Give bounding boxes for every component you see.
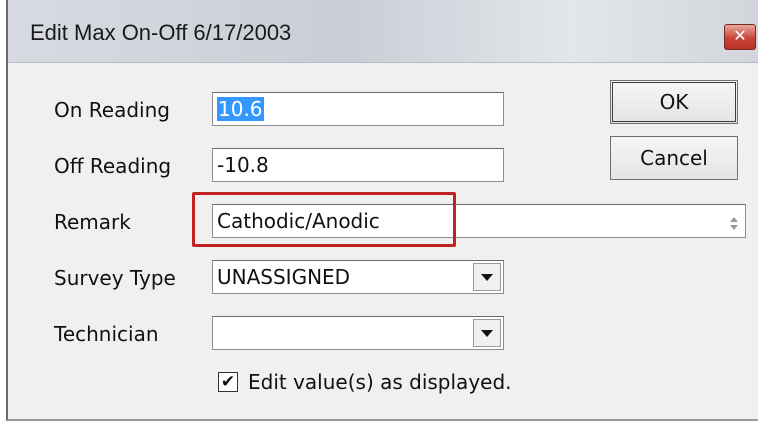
on-reading-field[interactable]: 10.6 — [212, 92, 504, 126]
off-reading-label: Off Reading — [54, 154, 172, 178]
annotation-highlight — [192, 192, 456, 247]
scroll-up-icon[interactable] — [730, 216, 738, 222]
off-reading-field[interactable]: -10.8 — [212, 148, 504, 182]
cancel-button[interactable]: Cancel — [610, 136, 738, 180]
survey-type-value: UNASSIGNED — [217, 265, 351, 289]
remark-label: Remark — [54, 210, 131, 234]
scroll-down-icon[interactable] — [730, 224, 738, 230]
on-reading-value: 10.6 — [217, 97, 264, 121]
on-reading-label: On Reading — [54, 98, 170, 122]
survey-type-select[interactable]: UNASSIGNED — [212, 260, 504, 294]
chevron-down-icon[interactable] — [473, 263, 501, 291]
ok-button[interactable]: OK — [610, 80, 738, 124]
survey-type-label: Survey Type — [54, 266, 176, 290]
edit-as-displayed-checkbox[interactable]: ✔ — [218, 372, 238, 392]
close-icon[interactable]: ✕ — [724, 24, 756, 50]
title-bar[interactable]: Edit Max On-Off 6/17/2003 ✕ — [8, 0, 758, 63]
technician-label: Technician — [54, 322, 159, 346]
edit-dialog: Edit Max On-Off 6/17/2003 ✕ On Reading 1… — [6, 0, 758, 421]
remark-scroll-spinner[interactable] — [725, 208, 743, 238]
window-title: Edit Max On-Off 6/17/2003 — [30, 20, 292, 45]
technician-select[interactable] — [212, 316, 504, 350]
chevron-down-icon[interactable] — [473, 319, 501, 347]
edit-as-displayed-label[interactable]: Edit value(s) as displayed. — [248, 370, 512, 394]
